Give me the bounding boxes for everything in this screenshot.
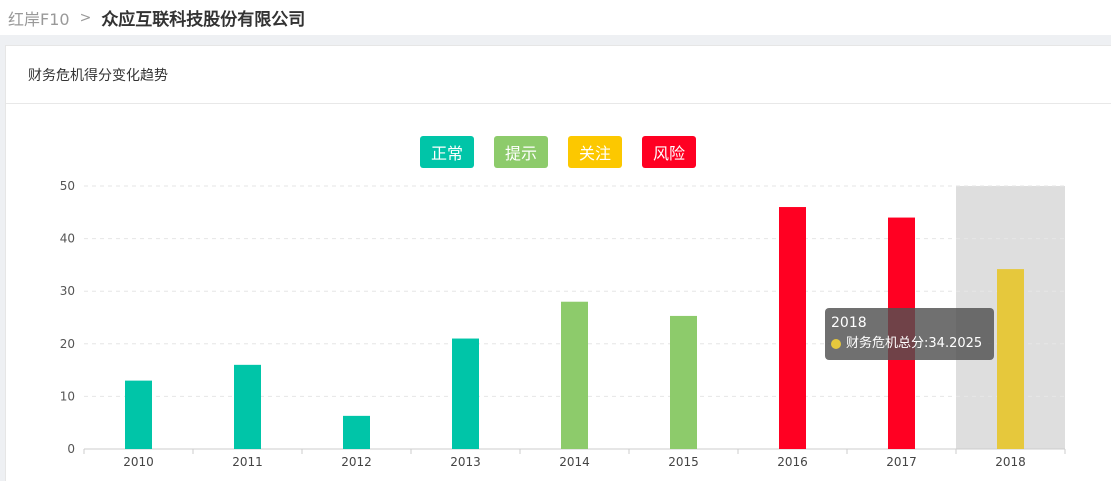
y-tick-label: 40: [60, 232, 75, 246]
x-tick-label: 2017: [886, 455, 917, 469]
bar-2014: [561, 301, 588, 449]
y-tick-label: 20: [60, 337, 75, 351]
legend-item-2[interactable]: 关注: [568, 136, 622, 168]
bar-2015: [670, 315, 697, 449]
x-tick-label: 2011: [232, 455, 263, 469]
legend-item-0[interactable]: 正常: [420, 136, 474, 168]
bar-2012: [343, 415, 370, 449]
bar-2010: [125, 380, 152, 449]
bar-chart: 0 10 20 30 40 50 2010 2011 2012 2013 2014 2015 2016 2…: [60, 179, 1066, 469]
x-tick-label: 2010: [123, 455, 154, 469]
x-tick-label: 2012: [341, 455, 372, 469]
y-tick-label: 10: [60, 389, 75, 403]
bar-2016: [779, 207, 806, 449]
tooltip-value: 34.2025: [928, 336, 983, 351]
tooltip-series-dot: [831, 339, 841, 349]
y-tick-label: 30: [60, 284, 75, 298]
chart-legend: 正常 提示 关注 风险: [5, 136, 1111, 168]
tooltip-row: 财务危机总分: 34.2025: [831, 336, 988, 352]
x-tick-label: 2016: [777, 455, 808, 469]
x-tick-label: 2013: [450, 455, 481, 469]
y-tick-label: 0: [67, 442, 75, 456]
legend-item-1[interactable]: 提示: [494, 136, 548, 168]
legend-item-3[interactable]: 风险: [642, 136, 696, 168]
bar-2011: [234, 364, 261, 449]
bar-2013: [452, 338, 479, 449]
tooltip-title: 2018: [831, 315, 867, 331]
x-tick-label: 2015: [668, 455, 699, 469]
chart-tooltip: 2018 财务危机总分: 34.2025: [825, 308, 994, 360]
x-tick-label: 2014: [559, 455, 590, 469]
bar-2018: [997, 269, 1024, 449]
x-tick-label: 2018: [995, 455, 1026, 469]
tooltip-series-label: 财务危机总分: [846, 336, 925, 351]
y-tick-label: 50: [60, 179, 75, 193]
